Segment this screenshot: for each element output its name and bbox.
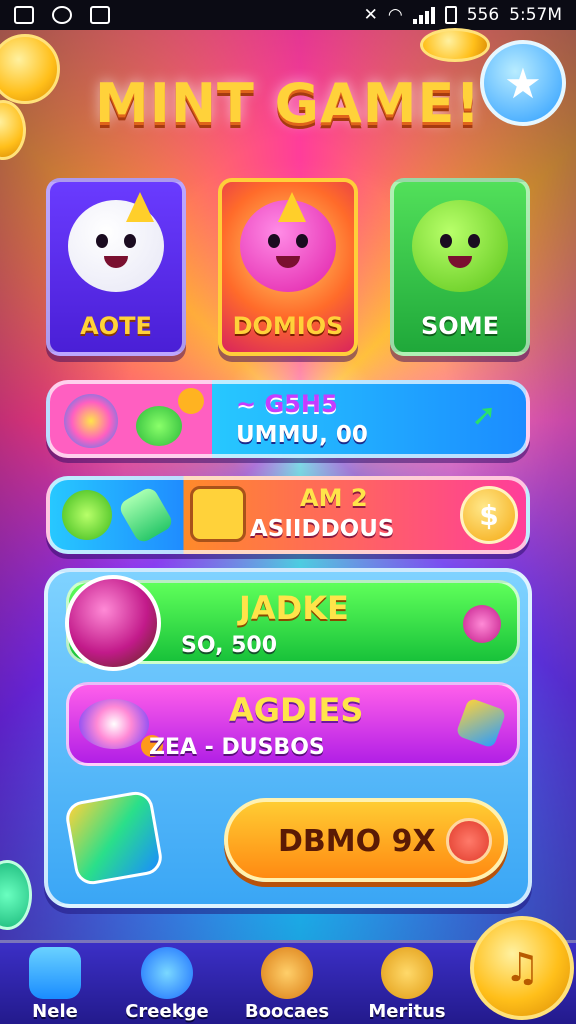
candy-row[interactable]: ~ G5H5 UMMU, 00 ➚ xyxy=(46,380,530,458)
nav-item-label: Nele xyxy=(32,1001,78,1022)
green-blob-character-icon xyxy=(412,200,508,292)
bottom-nav: Nele Creekge Boocaes Meritus ♫ xyxy=(0,916,576,1024)
arrow-icon[interactable]: ➚ xyxy=(464,398,504,438)
nav-item[interactable]: Creekge xyxy=(112,947,222,1024)
row-value: UMMU, 00 xyxy=(236,422,368,448)
character-card[interactable]: DOMIOS xyxy=(218,178,358,356)
candy-icon xyxy=(136,406,182,446)
gallery-notification-icon xyxy=(90,6,110,24)
map-icon xyxy=(63,788,165,888)
game-title: MINT GAME! xyxy=(94,72,482,135)
pink-bear-character-icon xyxy=(240,192,336,292)
character-card[interactable]: SOME xyxy=(390,178,530,356)
reward-amount: SO, 500 xyxy=(181,633,278,658)
green-ball-icon xyxy=(62,490,112,540)
lollipop-icon xyxy=(64,394,118,448)
reward-bar[interactable]: JADKE SO, 500 xyxy=(65,575,520,671)
nav-item[interactable]: Meritus xyxy=(352,947,462,1024)
image-notification-icon xyxy=(14,6,34,24)
nav-item-label: Boocaes xyxy=(244,1001,330,1022)
character-cards: AOTE DOMIOS SOME xyxy=(46,178,530,358)
wifi-icon: ◠ xyxy=(387,5,403,25)
play-button[interactable]: DBMO 9X xyxy=(224,798,508,882)
row-value: ASIIDDOUS xyxy=(250,516,395,542)
battery-level: 556 xyxy=(466,5,500,25)
reward-bar[interactable]: AGDIES ZEA - DUSBOS xyxy=(66,682,520,766)
reward-title: JADKE xyxy=(239,589,349,627)
bone-candy-icon xyxy=(117,485,175,545)
dice-icon xyxy=(190,486,246,542)
character-card-label: SOME xyxy=(421,312,499,340)
nav-item-label: Creekge xyxy=(125,1001,209,1022)
clock: 5:57M xyxy=(509,5,562,25)
signal-icon xyxy=(412,6,435,24)
reward-title: AGDIES xyxy=(229,691,364,729)
row-title: ~ G5H5 xyxy=(236,390,338,418)
battery-icon xyxy=(444,6,457,24)
music-disc-icon xyxy=(141,947,193,999)
coin-decoration xyxy=(420,28,490,62)
status-bar: ✕ ◠ 556 5:57M xyxy=(0,0,576,30)
music-coin-icon[interactable]: ♫ xyxy=(470,916,574,1020)
character-card-label: AOTE xyxy=(80,312,152,340)
nav-item-label: Meritus xyxy=(368,1001,446,1022)
harp-icon xyxy=(261,947,313,999)
row-title: AM 2 xyxy=(300,484,368,512)
ghost-character-icon xyxy=(68,192,164,292)
nav-item[interactable]: Nele xyxy=(0,947,110,1024)
location-notification-icon xyxy=(52,6,72,24)
character-card-label: DOMIOS xyxy=(232,312,344,340)
dice-row[interactable]: AM 2 ASIIDDOUS $ xyxy=(46,476,530,554)
candy-ball-icon xyxy=(178,388,204,414)
play-button-label: DBMO 9X xyxy=(278,824,436,859)
mute-icon: ✕ xyxy=(363,5,378,25)
note-coin-icon xyxy=(381,947,433,999)
character-card[interactable]: AOTE xyxy=(46,178,186,356)
gem-bowl-icon xyxy=(65,575,161,671)
nav-item[interactable]: Boocaes xyxy=(232,947,342,1024)
reward-amount: ZEA - DUSBOS xyxy=(149,735,325,760)
rewards-panel: JADKE SO, 500 AGDIES ZEA - DUSBOS DBMO 9… xyxy=(44,568,532,908)
hand-icon xyxy=(29,947,81,999)
wand-icon xyxy=(463,605,501,643)
lock-badge-icon xyxy=(446,818,492,864)
coin-button-icon[interactable]: $ xyxy=(460,486,518,544)
kite-icon xyxy=(455,697,507,749)
spinning-top-icon xyxy=(79,699,149,749)
